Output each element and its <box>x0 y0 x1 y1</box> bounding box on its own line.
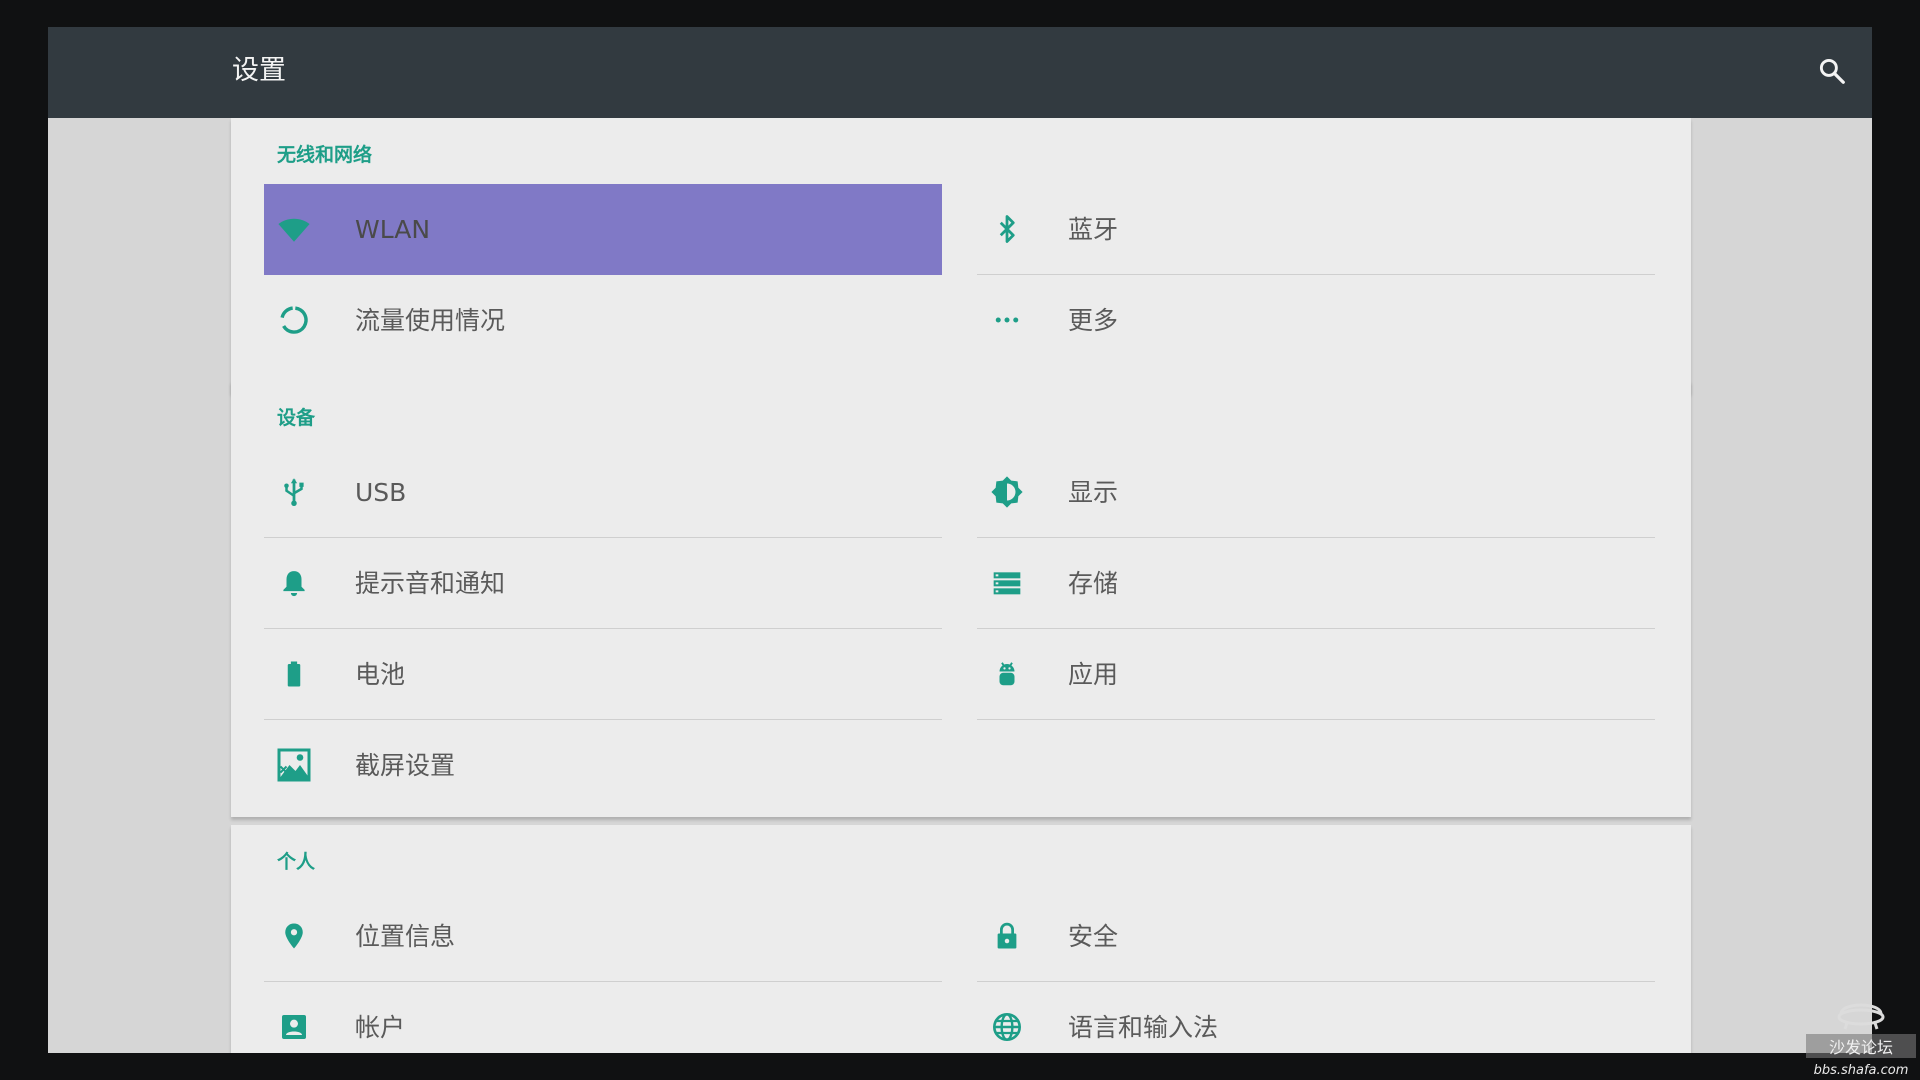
brightness-icon <box>989 474 1025 510</box>
watermark-url: bbs.shafa.com <box>1813 1063 1909 1078</box>
app-bar: 设置 <box>48 27 1872 118</box>
location-icon <box>276 918 312 954</box>
account-icon <box>276 1009 312 1045</box>
settings-item-apps[interactable]: 应用 <box>977 629 1655 720</box>
settings-item-label: 更多 <box>1068 306 1119 335</box>
wifi-icon <box>276 211 312 247</box>
lock-icon <box>989 918 1025 954</box>
watermark: 沙发论坛 bbs.shafa.com <box>1806 990 1916 1080</box>
settings-item-label: 截屏设置 <box>355 751 456 780</box>
globe-icon <box>989 1009 1025 1045</box>
sofa-logo-icon <box>1837 1003 1885 1030</box>
data-usage-icon <box>276 302 312 338</box>
settings-item-location[interactable]: 位置信息 <box>264 891 942 982</box>
settings-item-label: USB <box>355 478 407 507</box>
bluetooth-icon <box>989 211 1025 247</box>
settings-item-display[interactable]: 显示 <box>977 447 1655 538</box>
settings-item-label: 存储 <box>1068 569 1119 598</box>
section-device: 设备 USB 显示 提示音和通知 存储 电池 应用 截屏设置 <box>231 381 1691 817</box>
battery-icon <box>276 656 312 692</box>
search-icon <box>1819 58 1845 84</box>
settings-item-account[interactable]: 帐户 <box>264 982 942 1053</box>
watermark-text: 沙发论坛 <box>1806 1034 1916 1058</box>
section-title: 设备 <box>277 407 316 429</box>
settings-item-label: 蓝牙 <box>1068 215 1119 244</box>
settings-item-data-usage[interactable]: 流量使用情况 <box>264 275 942 366</box>
settings-item-label: 帐户 <box>355 1013 406 1042</box>
settings-item-wlan[interactable]: WLAN <box>264 184 942 275</box>
settings-item-label: 位置信息 <box>355 922 456 951</box>
section-title: 无线和网络 <box>277 144 373 166</box>
settings-item-security[interactable]: 安全 <box>977 891 1655 982</box>
section-title: 个人 <box>277 851 316 873</box>
settings-item-label: 语言和输入法 <box>1068 1013 1219 1042</box>
settings-item-more[interactable]: 更多 <box>977 275 1655 366</box>
settings-item-battery[interactable]: 电池 <box>264 629 942 720</box>
storage-icon <box>989 565 1025 601</box>
settings-screen: 设置 无线和网络 WLAN 蓝牙 流量使用情况 更多 设备 USB 显示 提示音… <box>48 27 1872 1053</box>
settings-item-label: 流量使用情况 <box>355 306 506 335</box>
settings-item-storage[interactable]: 存储 <box>977 538 1655 629</box>
bell-icon <box>276 565 312 601</box>
settings-item-label: 安全 <box>1068 922 1119 951</box>
settings-item-language-input[interactable]: 语言和输入法 <box>977 982 1655 1053</box>
settings-item-sound-notification[interactable]: 提示音和通知 <box>264 538 942 629</box>
settings-item-label: 应用 <box>1068 660 1119 689</box>
section-personal: 个人 位置信息 安全 帐户 语言和输入法 <box>231 825 1691 1053</box>
usb-icon <box>276 474 312 510</box>
android-icon <box>989 656 1025 692</box>
page-title: 设置 <box>232 55 286 86</box>
screenshot-icon <box>276 747 312 783</box>
section-wireless: 无线和网络 WLAN 蓝牙 流量使用情况 更多 <box>231 118 1691 393</box>
settings-item-label: 电池 <box>355 660 406 689</box>
settings-item-bluetooth[interactable]: 蓝牙 <box>977 184 1655 275</box>
settings-item-label: 提示音和通知 <box>355 569 506 598</box>
search-button[interactable] <box>1812 51 1852 91</box>
settings-item-screenshot[interactable]: 截屏设置 <box>264 720 942 811</box>
settings-item-label: 显示 <box>1068 478 1119 507</box>
more-icon <box>989 302 1025 338</box>
settings-item-label: WLAN <box>355 215 431 244</box>
settings-item-usb[interactable]: USB <box>264 447 942 538</box>
